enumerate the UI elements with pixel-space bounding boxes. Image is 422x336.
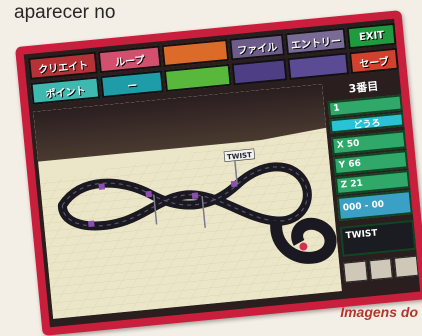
caption-bottom: Imagens do bbox=[340, 304, 418, 320]
purple-button[interactable] bbox=[231, 58, 288, 86]
rotate-icon[interactable] bbox=[368, 258, 394, 281]
control-point[interactable] bbox=[145, 190, 152, 198]
line-button[interactable]: ー bbox=[100, 70, 164, 99]
properties-panel: 3番目 1 どうろ X 50 Y 66 Z 21 000 - 00 TWIST bbox=[326, 76, 422, 290]
monitor-frame: クリエイト ループ ファイル エントリー EXIT ポイント ー セーブ TWI… bbox=[14, 10, 422, 336]
mode-label: どうろ bbox=[353, 118, 381, 131]
entry-button[interactable]: エントリー bbox=[284, 27, 347, 56]
z-value: Z 21 bbox=[340, 178, 364, 191]
save-button[interactable]: セーブ bbox=[349, 47, 399, 75]
track-scene: TWIST bbox=[33, 84, 342, 319]
control-point[interactable] bbox=[191, 192, 199, 199]
y-value: Y 66 bbox=[338, 158, 362, 171]
loop-button[interactable]: ループ bbox=[97, 45, 162, 74]
file-button[interactable]: ファイル bbox=[229, 33, 286, 61]
camera-icon[interactable] bbox=[343, 260, 368, 283]
range-value: 000 - 00 bbox=[342, 199, 385, 214]
screenshot-photo: クリエイト ループ ファイル エントリー EXIT ポイント ー セーブ TWI… bbox=[14, 10, 422, 336]
point-button[interactable]: ポイント bbox=[30, 76, 101, 105]
track-viewport[interactable]: TWIST bbox=[33, 84, 342, 319]
control-point[interactable] bbox=[87, 220, 95, 228]
exit-button[interactable]: EXIT bbox=[346, 22, 397, 50]
range-field[interactable]: 000 - 00 bbox=[336, 190, 413, 221]
green-button[interactable] bbox=[163, 63, 232, 92]
index-value: 1 bbox=[332, 103, 341, 115]
control-point[interactable] bbox=[98, 183, 106, 190]
track-name: TWIST bbox=[345, 228, 379, 242]
violet-button[interactable] bbox=[287, 52, 350, 81]
caption-top: aparecer no bbox=[14, 2, 116, 23]
x-value: X 50 bbox=[336, 138, 360, 151]
track-name-box: TWIST bbox=[339, 219, 417, 257]
orange-button[interactable] bbox=[161, 38, 230, 68]
create-button[interactable]: クリエイト bbox=[28, 51, 98, 80]
panel-icons bbox=[343, 255, 419, 283]
grid-icon[interactable] bbox=[394, 255, 419, 278]
